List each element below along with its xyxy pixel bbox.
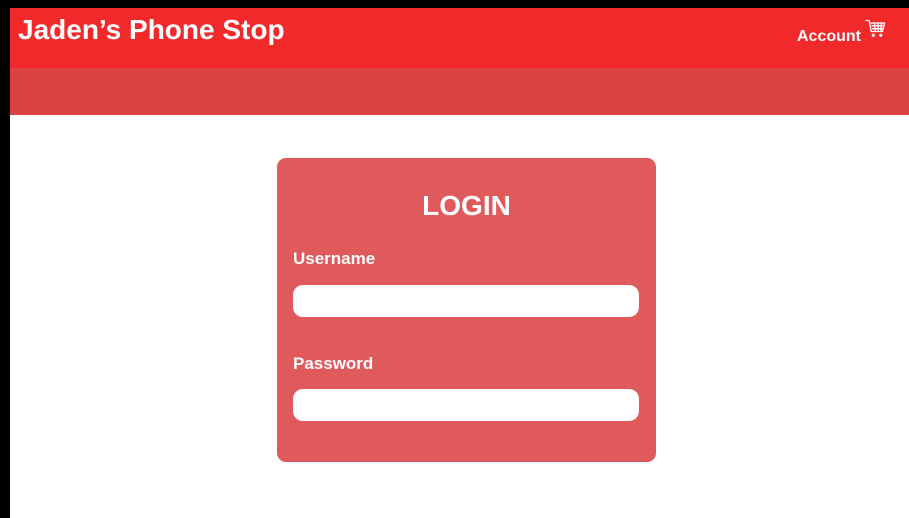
password-label: Password [293, 354, 374, 373]
username-label: Username [293, 249, 376, 268]
password-input[interactable] [293, 389, 639, 421]
account-link[interactable]: Account [797, 28, 861, 46]
sub-navigation-bar [10, 68, 909, 115]
account-area: Account [797, 18, 887, 46]
login-title: LOGIN [422, 190, 511, 221]
site-brand[interactable]: Jaden’s Phone Stop [18, 14, 285, 46]
login-card: LOGIN Username Password [277, 158, 656, 462]
page: Jaden’s Phone Stop Account LOGIN Usernam… [10, 8, 909, 518]
site-header: Jaden’s Phone Stop Account [10, 8, 909, 68]
shopping-cart-icon[interactable] [865, 18, 887, 40]
username-input[interactable] [293, 285, 639, 317]
